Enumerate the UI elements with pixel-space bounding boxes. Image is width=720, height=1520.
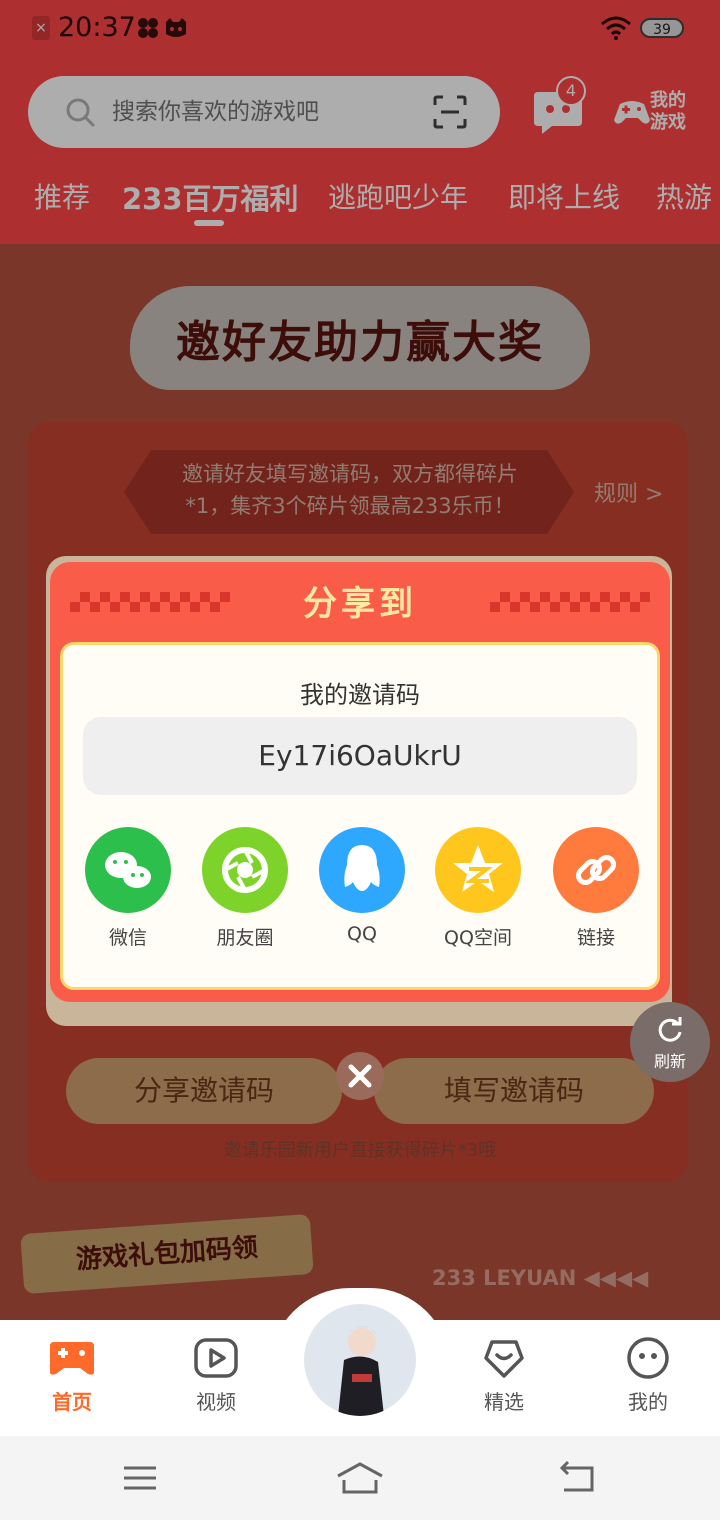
qzone-icon — [435, 827, 521, 913]
qq-icon — [319, 827, 405, 913]
refresh-icon — [658, 1017, 682, 1042]
modal-body: 我的邀请码 Ey17i6OaUkrU 微信 朋友圈 QQ QQ空间 链接 — [60, 642, 660, 990]
nav-label: 精选 — [484, 1390, 524, 1414]
share-label: 链接 — [576, 927, 615, 949]
nav-mine[interactable]: 我的 — [603, 1336, 693, 1415]
refresh-button[interactable]: 刷新 — [630, 1002, 710, 1082]
wechat-icon — [85, 827, 171, 913]
nav-home[interactable]: 首页 — [27, 1336, 117, 1415]
menu-icon[interactable] — [120, 1460, 160, 1496]
share-label: QQ空间 — [444, 927, 512, 949]
link-icon — [553, 827, 639, 913]
nav-label: 视频 — [196, 1390, 236, 1414]
share-qzone[interactable]: QQ空间 — [433, 827, 523, 950]
gamepad-icon — [50, 1342, 94, 1375]
close-icon — [348, 1064, 372, 1088]
share-moments[interactable]: 朋友圈 — [200, 827, 290, 950]
profile-face-icon — [627, 1337, 669, 1379]
video-icon — [194, 1338, 238, 1378]
invite-code-value[interactable]: Ey17i6OaUkrU — [83, 717, 637, 795]
home-icon[interactable] — [336, 1460, 384, 1496]
share-link[interactable]: 链接 — [551, 827, 641, 950]
share-label: 微信 — [108, 927, 147, 949]
back-icon[interactable] — [558, 1460, 598, 1496]
share-wechat[interactable]: 微信 — [83, 827, 173, 950]
refresh-label: 刷新 — [653, 1052, 686, 1071]
share-modal: 分享到 我的邀请码 Ey17i6OaUkrU 微信 朋友圈 QQ QQ空间 链接 — [50, 562, 670, 1002]
nav-label: 我的 — [628, 1390, 668, 1414]
close-modal-button[interactable] — [336, 1052, 384, 1100]
system-nav-bar — [0, 1436, 720, 1520]
share-label: 朋友圈 — [216, 927, 274, 949]
share-label: QQ — [347, 923, 377, 945]
invite-code-label: 我的邀请码 — [300, 681, 420, 709]
modal-title: 分享到 — [303, 584, 417, 624]
share-qq[interactable]: QQ — [317, 827, 407, 945]
nav-label: 首页 — [52, 1390, 92, 1414]
moments-icon — [202, 827, 288, 913]
heart-chat-icon — [484, 1340, 524, 1378]
nav-featured[interactable]: 精选 — [459, 1336, 549, 1415]
avatar[interactable] — [304, 1304, 416, 1416]
nav-video[interactable]: 视频 — [171, 1336, 261, 1415]
